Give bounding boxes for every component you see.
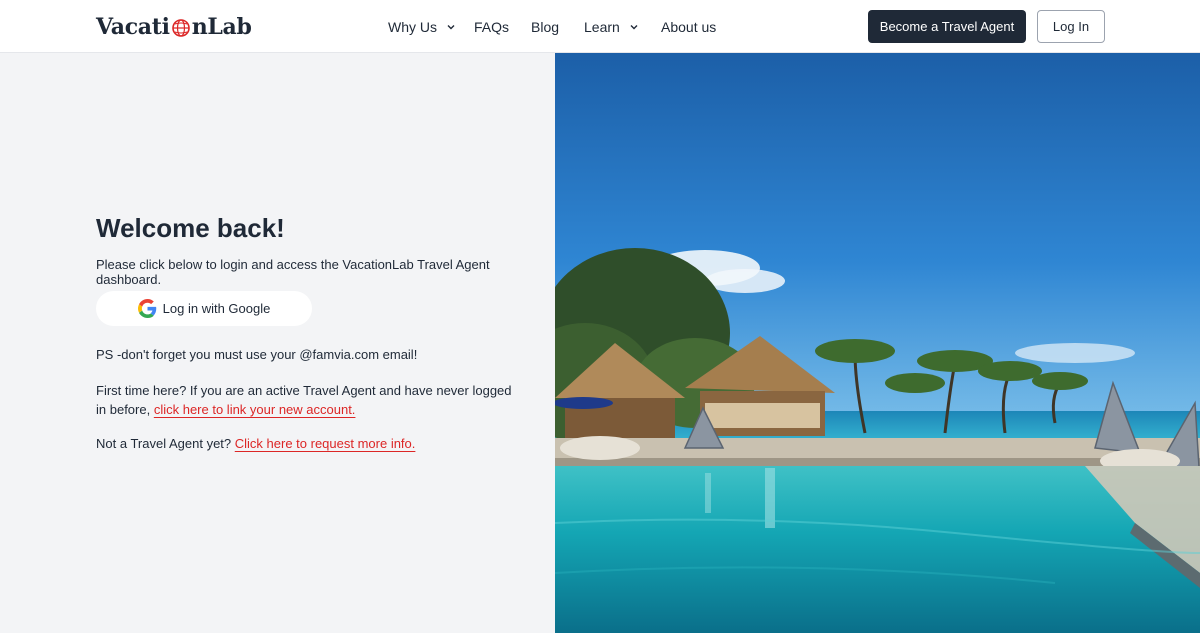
- login-button[interactable]: Log In: [1037, 10, 1105, 43]
- nav-blog[interactable]: Blog: [531, 19, 559, 35]
- resort-pool-illustration: [555, 53, 1200, 633]
- nav-why-us-label: Why Us: [388, 19, 437, 35]
- google-login-button[interactable]: Log in with Google: [96, 291, 312, 326]
- not-agent-label: Not a Travel Agent yet?: [96, 436, 235, 451]
- nav-blog-label: Blog: [531, 19, 560, 35]
- ps-note: PS -don't forget you must use your @famv…: [96, 347, 418, 362]
- become-travel-agent-button[interactable]: Become a Travel Agent: [868, 10, 1026, 43]
- nav-learn-label: Learn: [584, 19, 620, 35]
- logo-text-part1: Vacati: [96, 14, 170, 40]
- chevron-down-icon: [447, 25, 455, 30]
- nav-why-us[interactable]: Why Us: [388, 19, 456, 35]
- request-info-link[interactable]: Click here to request more info.: [235, 436, 416, 451]
- link-account-link[interactable]: click here to link your new account.: [154, 402, 356, 417]
- nav-faqs-label: FAQs: [474, 19, 510, 35]
- nav-learn[interactable]: Learn: [584, 19, 639, 35]
- google-login-label: Log in with Google: [162, 301, 271, 316]
- resort-pool-image: [555, 53, 1200, 633]
- login-panel: Welcome back! Please click below to logi…: [0, 53, 555, 633]
- globe-icon: [171, 19, 190, 37]
- logo-text-part2: nLab: [191, 14, 252, 40]
- site-header: Vacati nLab Why Us FAQs Blog Learn About…: [0, 0, 1200, 53]
- google-icon: [137, 299, 156, 318]
- not-agent-text: Not a Travel Agent yet? Click here to re…: [96, 436, 415, 451]
- vacationlab-logo[interactable]: Vacati nLab: [96, 12, 252, 42]
- page-title: Welcome back!: [96, 213, 285, 243]
- nav-faqs[interactable]: FAQs: [474, 19, 509, 35]
- chevron-down-icon: [630, 25, 638, 30]
- intro-text: Please click below to login and access t…: [96, 257, 490, 287]
- nav-about-us-label: About us: [661, 19, 717, 35]
- first-time-text: First time here? If you are an active Tr…: [96, 381, 516, 419]
- nav-about-us[interactable]: About us: [661, 19, 716, 35]
